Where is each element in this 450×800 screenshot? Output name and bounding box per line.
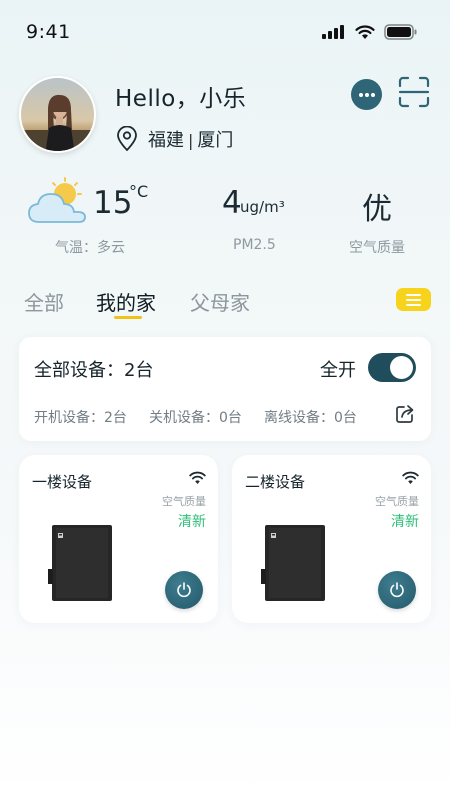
pm25-unit: ug/m³ <box>240 198 285 216</box>
avatar[interactable] <box>19 76 96 153</box>
power-icon <box>177 582 191 598</box>
message-button[interactable] <box>351 79 382 110</box>
device-card-second-floor[interactable]: 二楼设备 空气质量 清新 <box>232 455 431 623</box>
pm25-value: 4 <box>222 185 242 221</box>
status-icons <box>322 24 418 40</box>
battery-icon <box>384 24 417 40</box>
power-button[interactable] <box>378 571 416 609</box>
temperature-label: 气温：多云 <box>55 240 125 256</box>
menu-icon <box>406 293 421 296</box>
powered-on-count: 开机设备：2台 <box>34 410 127 426</box>
device-count: 全部设备：2台 <box>34 360 154 381</box>
tab-my-home[interactable]: 我的家 <box>96 287 156 316</box>
powered-off-count: 关机设备：0台 <box>149 410 242 426</box>
greeting-text: Hello，小乐 <box>115 86 247 112</box>
location-pin-icon <box>117 126 137 152</box>
avatar-image <box>21 78 94 151</box>
device-card-first-floor[interactable]: 一楼设备 空气质量 清新 <box>19 455 218 623</box>
air-quality-label: 空气质量 <box>375 495 419 508</box>
wifi-icon <box>402 471 419 484</box>
wifi-icon <box>189 471 206 484</box>
wifi-icon <box>355 24 375 39</box>
scan-button[interactable] <box>398 76 430 108</box>
offline-count: 离线设备：0台 <box>264 410 357 426</box>
air-quality-status: 清新 <box>391 514 419 530</box>
all-on-toggle[interactable] <box>368 353 416 382</box>
air-purifier-image <box>48 525 112 601</box>
scan-icon <box>398 76 430 108</box>
power-button[interactable] <box>165 571 203 609</box>
toggle-knob <box>390 356 413 379</box>
location-selector[interactable]: 福建 | 厦门 <box>116 126 233 152</box>
air-quality-value: 优 <box>362 192 392 227</box>
air-quality-label: 空气质量 <box>162 495 206 508</box>
all-on-label: 全开 <box>320 360 356 381</box>
tab-all[interactable]: 全部 <box>24 287 64 316</box>
active-tab-indicator <box>114 316 142 319</box>
air-quality-status: 清新 <box>178 514 206 530</box>
device-name: 二楼设备 <box>245 473 306 491</box>
air-quality-label: 空气质量 <box>349 240 405 256</box>
location-text: 福建 | 厦门 <box>148 130 234 151</box>
temperature-unit: °C <box>129 182 149 201</box>
temperature-value: 15 <box>93 185 133 221</box>
status-time: 9:41 <box>26 21 71 43</box>
device-summary-card: 全部设备：2台 全开 开机设备：2台 关机设备：0台 离线设备：0台 <box>19 337 431 441</box>
menu-button[interactable] <box>396 288 431 311</box>
signal-icon <box>322 25 344 39</box>
air-purifier-image <box>261 525 325 601</box>
chat-icon <box>358 92 375 97</box>
pm25-label: PM2.5 <box>233 237 276 253</box>
device-name: 一楼设备 <box>32 473 93 491</box>
tab-parents-home[interactable]: 父母家 <box>190 287 250 316</box>
share-icon[interactable] <box>395 404 415 424</box>
power-icon <box>390 582 404 598</box>
status-bar: 9:41 <box>0 0 450 64</box>
partly-cloudy-icon <box>27 177 89 225</box>
